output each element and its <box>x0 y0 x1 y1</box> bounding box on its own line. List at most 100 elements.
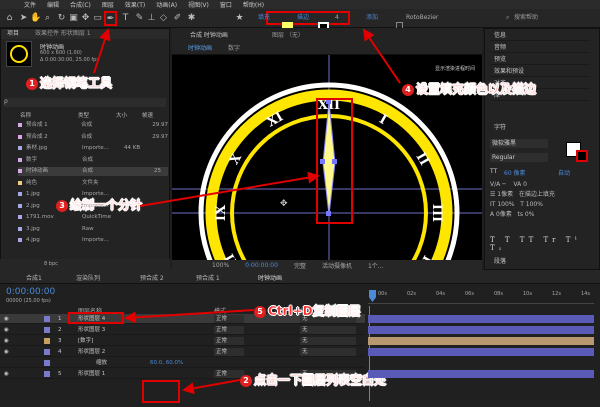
menu-view[interactable]: 视图(V) <box>188 0 209 9</box>
baseline-row[interactable]: A 0像素 ts 0% <box>490 210 590 220</box>
leading-value[interactable]: 自动 <box>558 168 570 177</box>
project-item[interactable]: 预合成 1 合成 29.97 <box>18 121 168 130</box>
project-item[interactable]: 4.jpg Importe... <box>18 236 168 245</box>
layer-tab[interactable]: 图层 （无） <box>272 30 304 39</box>
menu-effect[interactable]: 效果(T) <box>125 0 145 9</box>
add-label[interactable]: 添加 <box>366 13 378 22</box>
layer-name[interactable]: 缩放 <box>96 358 107 368</box>
font-style-select[interactable]: Regular <box>490 153 548 162</box>
timeline-tab-precomp1[interactable]: 预合成 1 <box>196 273 220 282</box>
timeline-tab-precomp2[interactable]: 预合成 2 <box>140 273 164 282</box>
selection-tool-icon[interactable]: ➤ <box>18 12 29 24</box>
layer-name[interactable]: 形状图层 3 <box>78 325 105 335</box>
star-icon[interactable]: ★ <box>234 12 245 24</box>
brush-tool-icon[interactable]: ✎ <box>134 12 145 24</box>
project-item[interactable]: 1.jpg Importe... <box>18 190 168 199</box>
visibility-eye-icon[interactable]: ◉ <box>4 336 9 346</box>
stroke-row[interactable]: ☰ 1像素 在描边上填充 <box>490 190 590 200</box>
col-name[interactable]: 名称 <box>20 111 31 119</box>
comp-tab[interactable]: 合成 时钟动画 <box>190 30 228 39</box>
project-item[interactable]: 1791.mov QuickTime <box>18 213 168 222</box>
project-item[interactable]: 素材.jpg Importe... 44 KB <box>18 144 168 153</box>
time-ruler[interactable]: 00s 02s 04s 06s 08s 10s 12s 14s <box>368 288 594 304</box>
panel-info[interactable]: 信息 <box>490 30 590 41</box>
project-search-input[interactable]: ρ <box>4 98 166 107</box>
pan-behind-tool-icon[interactable]: ✥ <box>80 12 91 24</box>
timeline-tab-clock[interactable]: 时钟动画 <box>258 273 282 282</box>
layer-name[interactable]: 形状图层 1 <box>78 369 105 379</box>
timeline-tab-render-queue[interactable]: 渲染队列 <box>76 273 100 282</box>
current-time[interactable]: 0:00:00:00 <box>245 262 278 269</box>
visibility-eye-icon[interactable]: ◉ <box>4 325 9 335</box>
hand-tool-icon[interactable]: ✋ <box>30 12 41 24</box>
visibility-eye-icon[interactable]: ◉ <box>4 314 9 324</box>
camera-select[interactable]: 活动摄像机 <box>322 261 352 270</box>
camera-tool-icon[interactable]: ▣ <box>68 12 79 24</box>
layer-name[interactable]: 形状图层 2 <box>78 347 105 357</box>
paragraph-title[interactable]: 段落 <box>490 256 590 267</box>
layer-mode-select[interactable]: 正常 <box>214 348 244 356</box>
menu-edit[interactable]: 编辑 <box>47 0 59 9</box>
menu-animation[interactable]: 动画(A) <box>156 0 177 9</box>
layer-duration-bar[interactable] <box>368 370 594 378</box>
zoom-tool-icon[interactable]: ⌕ <box>42 12 53 24</box>
project-item[interactable]: 数字 合成 <box>18 156 168 165</box>
layer-mode-select[interactable]: 正常 <box>214 337 244 345</box>
layer-label-color-icon[interactable] <box>44 327 50 333</box>
eraser-tool-icon[interactable]: ◇ <box>158 12 169 24</box>
menu-layer[interactable]: 图层 <box>102 0 114 9</box>
project-tab[interactable]: 项目 <box>7 30 19 37</box>
layer-duration-bar[interactable] <box>368 348 594 356</box>
text-stroke-swatch[interactable] <box>576 150 588 162</box>
layer-mode-select[interactable]: 正常 <box>214 315 244 323</box>
project-item[interactable]: 3.jpg Raw <box>18 225 168 234</box>
table-row[interactable]: ◉ 4 形状图层 2 正常 无 <box>0 347 365 357</box>
zoom-select[interactable]: 100% <box>212 262 229 269</box>
table-row[interactable]: 缩放 60.0, 60.0% <box>0 358 365 368</box>
project-item[interactable]: 时钟动画 合成 25 <box>18 167 168 176</box>
panel-preview[interactable]: 预览 <box>490 54 590 65</box>
text-style-buttons[interactable]: T T TT Tr T¹ T₁ <box>490 236 600 252</box>
resolution-select[interactable]: 完整 <box>294 261 306 270</box>
panel-audio[interactable]: 音频 <box>490 42 590 53</box>
puppet-tool-icon[interactable]: ✱ <box>186 12 197 24</box>
menu-help[interactable]: 帮助(H) <box>243 0 264 9</box>
timeline-tab-comp1[interactable]: 合成1 <box>26 273 42 282</box>
layer-duration-bar[interactable] <box>368 315 594 323</box>
project-item[interactable]: 预合成 2 合成 29.97 <box>18 133 168 142</box>
search-help-input[interactable]: 搜索帮助 <box>514 13 538 22</box>
visibility-eye-icon[interactable]: ◉ <box>4 369 9 379</box>
layer-duration-bar[interactable] <box>368 326 594 334</box>
font-size-value[interactable]: 60 像素 <box>504 168 526 177</box>
tracking-row[interactable]: V/A ─ VA 0 <box>490 180 590 190</box>
stroke-label[interactable]: 描边 <box>297 13 309 22</box>
col-size[interactable]: 大小 <box>116 111 127 119</box>
menu-window[interactable]: 窗口 <box>220 0 232 9</box>
layer-duration-bar[interactable] <box>368 337 594 345</box>
home-icon[interactable]: ⌂ <box>4 12 15 24</box>
layer-label-color-icon[interactable] <box>44 316 50 322</box>
col-fps[interactable]: 帧速 <box>142 111 153 119</box>
scale-value[interactable]: 60.0, 60.0% <box>150 358 183 368</box>
layer-parent-select[interactable]: 无 <box>300 326 356 334</box>
timeline-current-time[interactable]: 0:00:00:00 <box>6 287 55 297</box>
font-family-select[interactable]: 微软雅黑 <box>490 139 548 148</box>
subtab-clock[interactable]: 时钟动画 <box>188 43 212 52</box>
stroke-width-value[interactable]: 4 <box>335 13 339 22</box>
search-help-icon[interactable]: ⌕ <box>506 13 509 22</box>
clone-stamp-icon[interactable]: ⊥ <box>146 12 157 24</box>
layer-parent-select[interactable]: 无 <box>300 348 356 356</box>
subtab-digits[interactable]: 数字 <box>228 43 240 52</box>
scale-row[interactable]: IT 100% T 100% <box>490 200 590 210</box>
type-tool-icon[interactable]: T <box>120 12 131 24</box>
layer-label-color-icon[interactable] <box>44 338 50 344</box>
layer-label-color-icon[interactable] <box>44 360 50 366</box>
bpc-label[interactable]: 8 bpc <box>44 261 58 267</box>
visibility-eye-icon[interactable]: ◉ <box>4 347 9 357</box>
menu-file[interactable]: 文件 <box>24 0 36 9</box>
layer-label-color-icon[interactable] <box>44 349 50 355</box>
col-type[interactable]: 类型 <box>78 111 89 119</box>
layer-name[interactable]: [数字] <box>78 336 93 346</box>
shape-tool-icon[interactable]: ▭ <box>92 12 103 24</box>
project-item[interactable]: 纯色 文件夹 <box>18 179 168 188</box>
